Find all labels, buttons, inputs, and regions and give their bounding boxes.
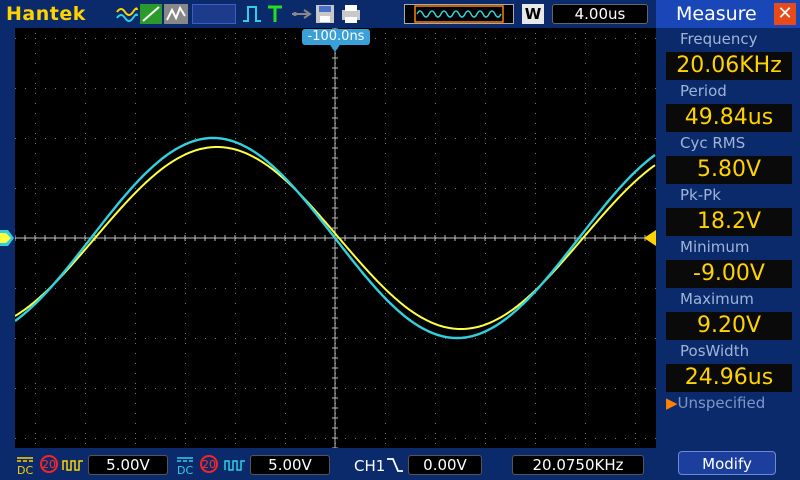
measure-label: Frequency [680,30,758,48]
brand-logo: Hantek [6,3,86,25]
play-triangle-icon: ▶ [666,394,678,412]
waveform-display[interactable] [15,28,656,448]
modify-button[interactable]: Modify [678,451,776,475]
measure-label: Maximum [680,290,754,308]
measure-value: 49.84us [666,104,792,132]
ch2-volts-div[interactable]: 5.00V [250,455,330,475]
pulse-icon[interactable] [242,4,262,24]
trigger-level-marker[interactable] [644,230,656,246]
ch2-probe-icon[interactable] [224,458,246,472]
measure-label: PosWidth [680,342,750,360]
timebase-display[interactable]: 4.00us [552,4,648,24]
top-toolbar: Hantek W 4.00us [0,0,656,28]
measure-value: -9.00V [666,260,792,288]
window-w-button[interactable]: W [522,4,544,24]
close-icon[interactable]: ✕ [774,3,796,25]
persistence-icon[interactable] [164,4,188,24]
ch2-bw-limit-icon[interactable]: 20 [200,455,218,473]
measure-value: 24.96us [666,364,792,392]
ch1-volts-div[interactable]: 5.00V [88,455,168,475]
trigger-level[interactable]: 0.00V [408,455,482,475]
waveform-icon[interactable] [116,4,138,24]
falling-edge-icon[interactable] [386,456,404,474]
measure-value: 18.2V [666,208,792,236]
frequency-counter: 20.0750KHz [512,455,644,475]
measure-value: 9.20V [666,312,792,340]
measure-label: Minimum [680,238,750,256]
measure-value: 5.80V [666,156,792,184]
trigger-position-label: -100.0ns [302,29,370,45]
measure-label: Period [680,82,727,100]
svg-text:DC: DC [17,464,33,476]
save-icon[interactable] [314,4,336,24]
ch1-probe-icon[interactable] [62,458,84,472]
measure-value: 20.06KHz [666,52,792,80]
channel-status-bar: DC 20 5.00V DC 20 5.00V CH1 0.00V 20.075… [0,448,656,480]
ch1-coupling[interactable]: DC [16,456,34,478]
left-marker-strip [0,28,15,448]
ch2-coupling[interactable]: DC [176,456,194,478]
trigger-source[interactable]: CH1 [354,457,385,475]
measure-panel: Measure ✕ Frequency 20.06KHz Period 49.84us… [656,0,800,480]
ch1-bw-limit-icon[interactable]: 20 [40,455,58,473]
unspecified-item[interactable]: ▶Unspecified [666,394,765,412]
usb-icon [292,9,312,19]
measure-label: Cyc RMS [680,134,746,152]
unspecified-label: Unspecified [677,394,766,412]
display-mode-box[interactable] [192,4,236,24]
waveform-graticule [15,28,656,448]
line-display-icon[interactable] [140,4,162,24]
measure-label: Pk-Pk [680,186,721,204]
svg-text:DC: DC [177,464,193,476]
memory-depth-indicator[interactable] [404,4,514,24]
printer-icon[interactable] [340,4,362,24]
trigger-t-icon[interactable] [266,4,284,24]
